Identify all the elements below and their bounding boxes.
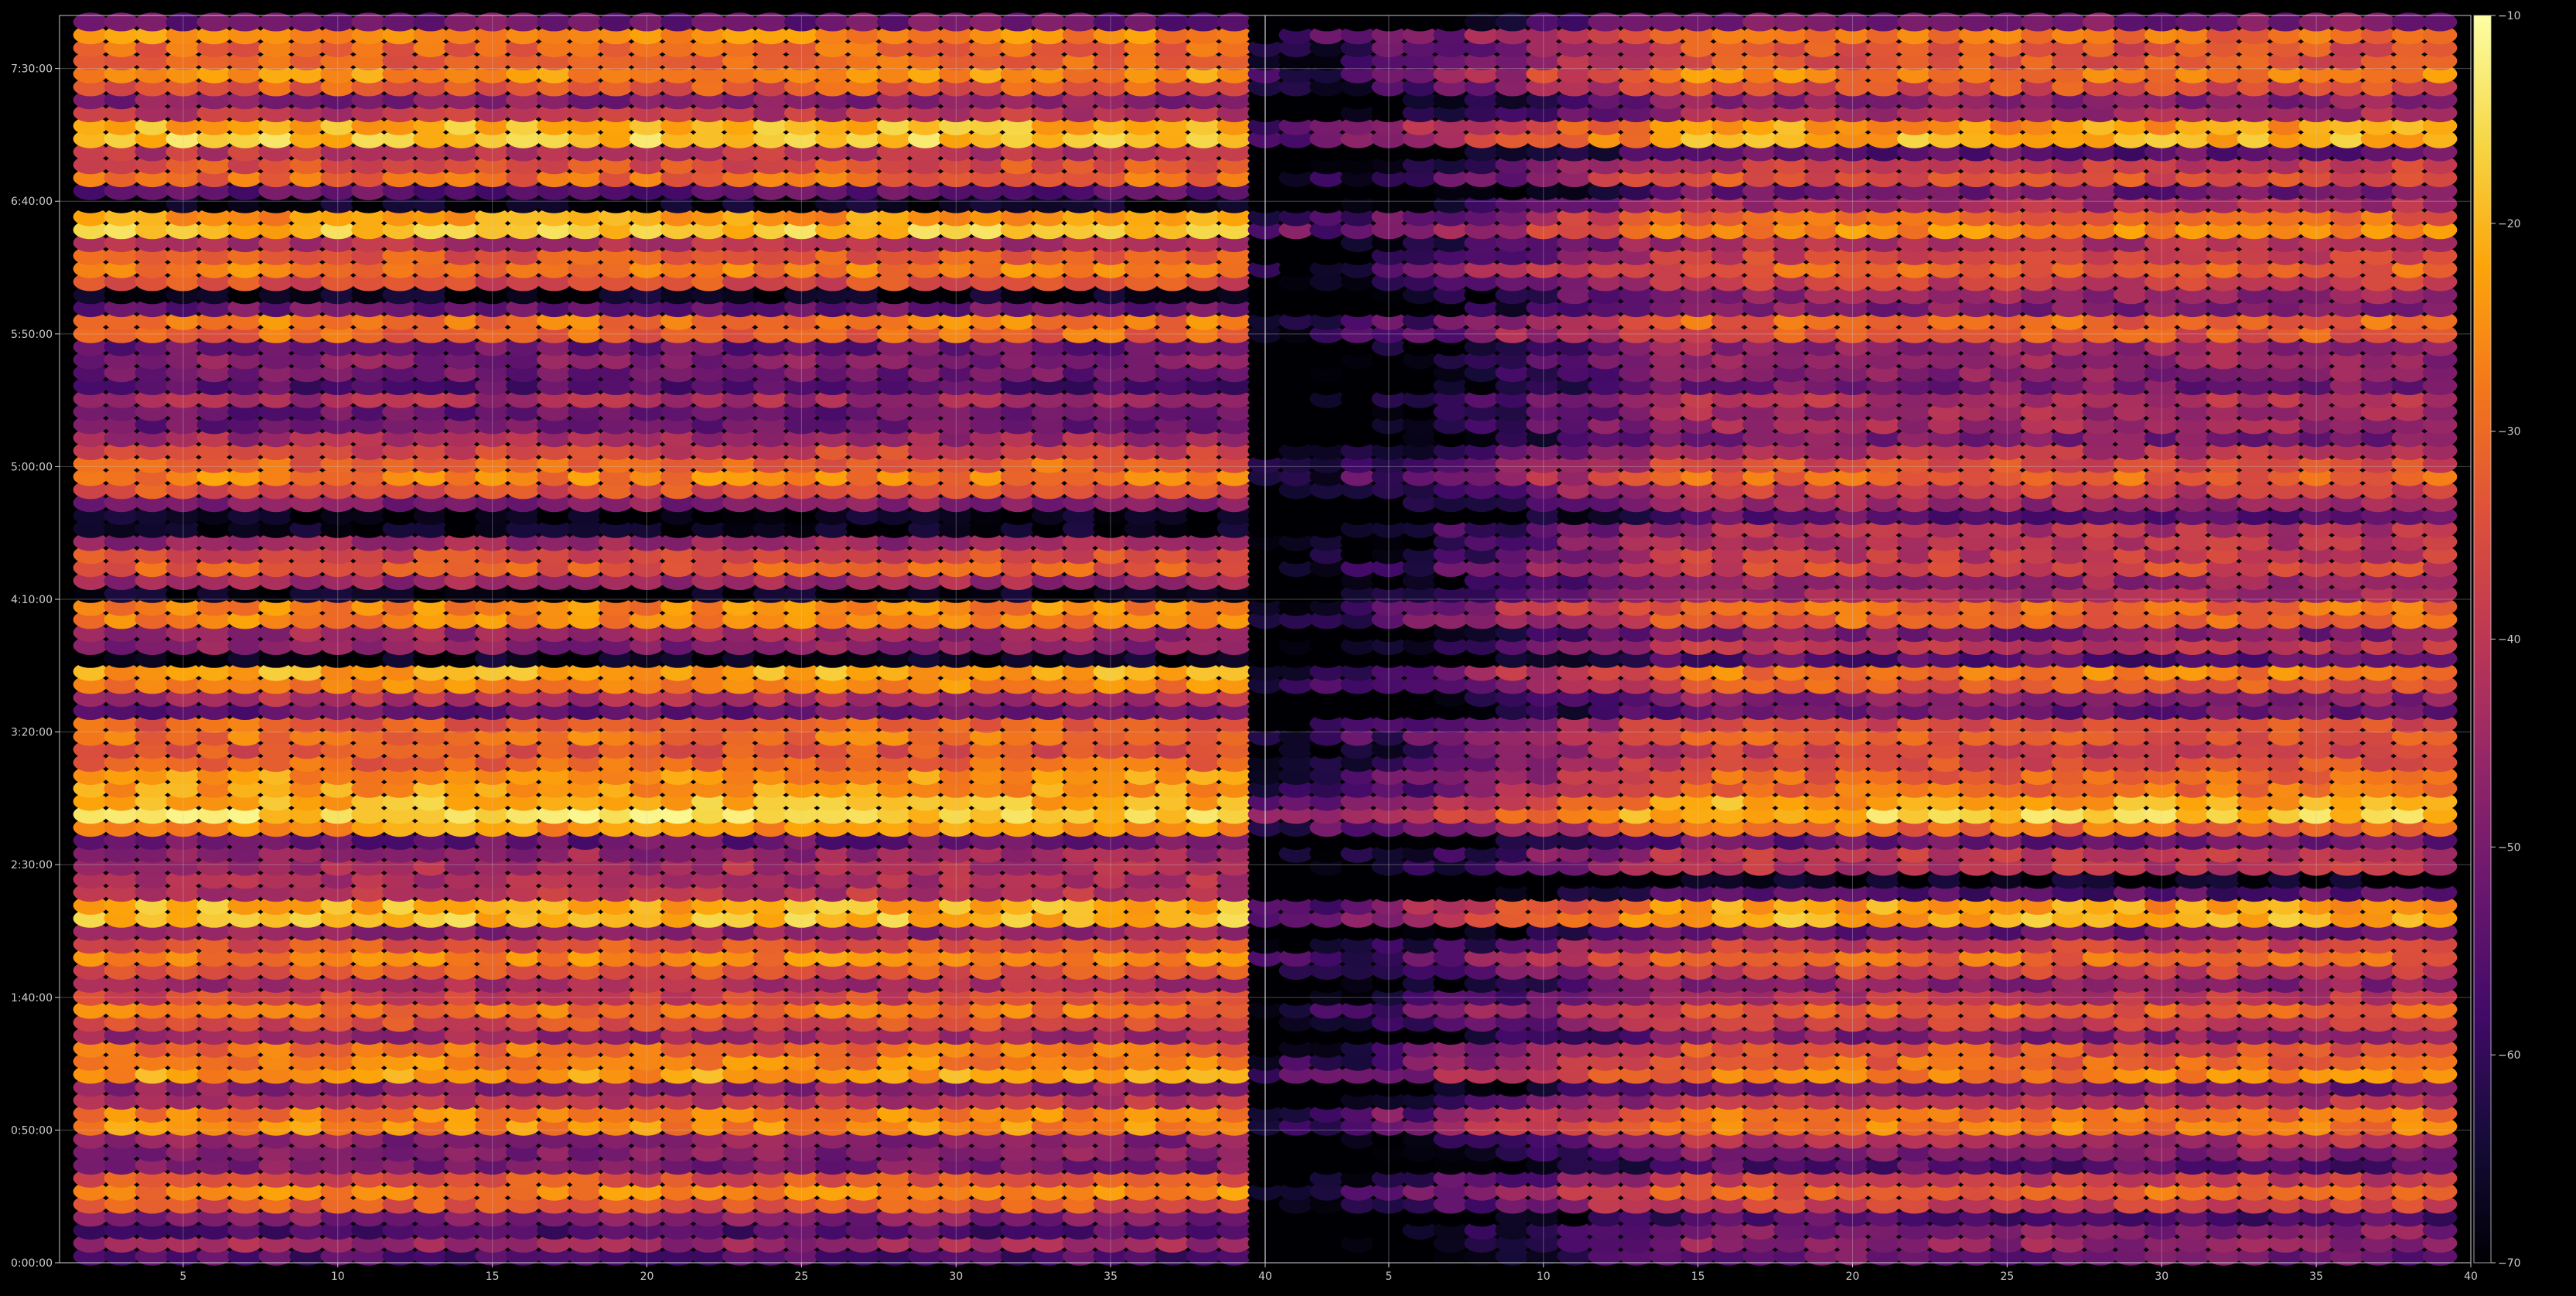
heatmap-panel-1 <box>60 12 1265 1266</box>
chart-canvas: 5 10 15 20 25 30 35 40 5 10 15 20 25 30 35 400:00:000:5… <box>11 10 2521 1283</box>
heatmap-chart: 5 10 15 20 25 30 35 40 5 10 15 20 25 30 35 40 0:00:00 0:5… <box>0 0 2576 1293</box>
heatmap-panel-2 <box>1247 12 2471 1266</box>
